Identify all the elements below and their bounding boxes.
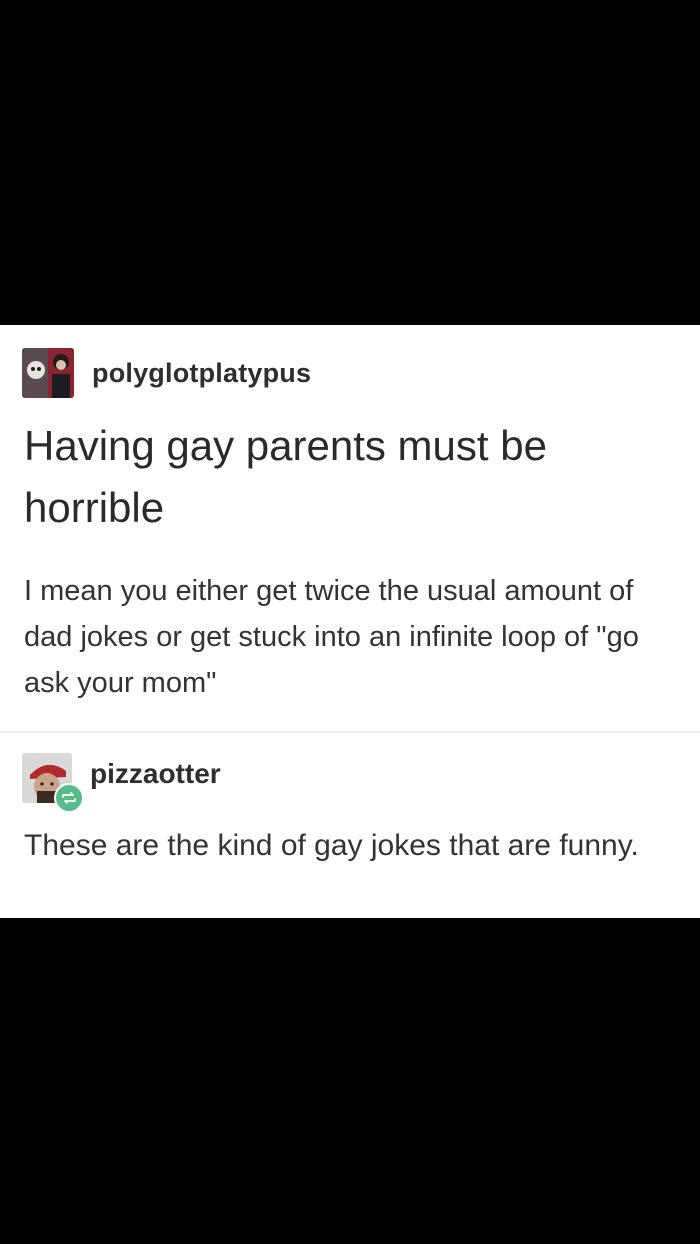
reblog-arrows-glyph: [62, 792, 76, 804]
post-body-text: I mean you either get twice the usual am…: [24, 575, 639, 699]
reblog-body-text: These are the kind of gay jokes that are…: [24, 829, 639, 862]
original-post-username[interactable]: polyglotplatypus: [92, 358, 311, 389]
reblog-header: pizzaotter: [22, 753, 221, 813]
post-card: polyglotplatypus Having gay parents must…: [0, 325, 700, 918]
polyglotplatypus-avatar-image: [22, 348, 74, 398]
reblog-divider: [0, 731, 700, 733]
reblog-icon: [54, 783, 84, 813]
reblog-username[interactable]: pizzaotter: [90, 758, 221, 790]
user-avatar-icon[interactable]: [22, 348, 74, 398]
post-header: polyglotplatypus: [22, 348, 311, 398]
post-title: Having gay parents must be horrible: [24, 422, 547, 531]
reblog-avatar-group[interactable]: [22, 753, 84, 813]
screenshot-frame: polyglotplatypus Having gay parents must…: [0, 0, 700, 1244]
